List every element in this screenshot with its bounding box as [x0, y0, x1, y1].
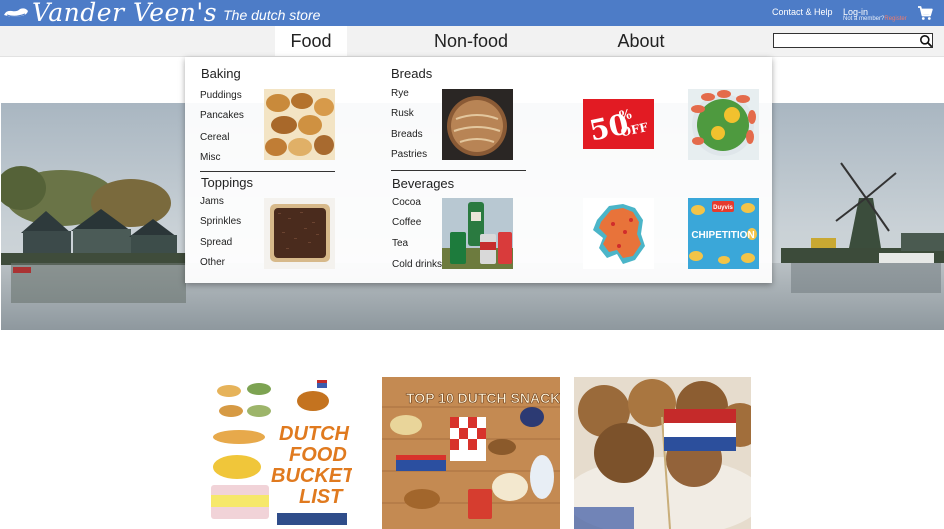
menu-divider-left: [200, 171, 335, 172]
top-bar: Vander Veen's The dutch store Contact & …: [0, 0, 944, 26]
toppings-sprinkles-image[interactable]: [264, 198, 335, 269]
baking-pastries-image[interactable]: [264, 89, 335, 160]
register-prompt: Not a member?Register: [843, 16, 907, 22]
bucket-line-4: LIST: [299, 486, 344, 508]
category-beverages-title[interactable]: Beverages: [392, 176, 454, 191]
salad-dish-image[interactable]: [688, 89, 759, 160]
baking-item-pancakes[interactable]: Pancakes: [200, 110, 244, 121]
category-breads-title[interactable]: Breads: [391, 66, 432, 81]
chip-brand-text: Duyvis: [713, 205, 733, 211]
toppings-item-sprinkles[interactable]: Sprinkles: [200, 216, 241, 227]
breads-item-breads[interactable]: Breads: [391, 129, 423, 140]
register-link[interactable]: Register: [884, 16, 906, 22]
toppings-item-other[interactable]: Other: [200, 257, 225, 268]
bitterballen-flag-card[interactable]: [574, 377, 751, 529]
breads-item-rusk[interactable]: Rusk: [391, 108, 414, 119]
discount-badge-graphic: 50 % OFF: [587, 107, 650, 148]
brand-name: Vander Veen's: [32, 0, 218, 27]
clogs-logo-icon: [4, 8, 28, 17]
baking-item-puddings[interactable]: Puddings: [200, 90, 242, 101]
bucket-line-3: BUCKET: [271, 465, 352, 487]
brand-tagline: The dutch store: [223, 7, 321, 23]
discount-percent: %: [618, 107, 634, 124]
breads-loaf-image[interactable]: [442, 89, 513, 160]
nav-food-tab[interactable]: Food: [275, 26, 347, 56]
not-member-text: Not a member?: [843, 16, 885, 22]
baking-item-misc[interactable]: Misc: [200, 152, 221, 163]
chipetition-text: CHIPETITION: [691, 230, 754, 241]
breads-item-pastries[interactable]: Pastries: [391, 149, 427, 160]
beverages-item-cocoa[interactable]: Cocoa: [392, 197, 421, 208]
top-10-dutch-snacks-card[interactable]: TOP 10 DUTCH SNACKS: [382, 377, 560, 529]
netherlands-map-image[interactable]: [583, 198, 654, 269]
toppings-item-jams[interactable]: Jams: [200, 196, 224, 207]
bitterballen-graphic: [574, 377, 751, 529]
snacks-graphic: TOP 10 DUTCH SNACKS: [382, 377, 560, 529]
snacks-title-text: TOP 10 DUTCH SNACKS: [406, 390, 560, 406]
beverages-item-coffee[interactable]: Coffee: [392, 217, 421, 228]
cart-icon[interactable]: [917, 5, 933, 21]
dutch-food-bucket-list-card[interactable]: DUTCH FOOD BUCKET LIST: [209, 377, 352, 529]
beverages-cans-image[interactable]: [442, 198, 513, 269]
chipetition-graphic: Duyvis CHIPETITION: [689, 201, 757, 264]
category-baking-title[interactable]: Baking: [201, 66, 241, 81]
bucket-line-2: FOOD: [289, 444, 347, 466]
search-icon[interactable]: [919, 34, 933, 48]
food-dropdown-menu: Baking Puddings Pancakes Cereal Misc Top…: [185, 57, 772, 283]
baking-item-cereal[interactable]: Cereal: [200, 132, 229, 143]
beverages-item-tea[interactable]: Tea: [392, 238, 408, 249]
contact-help-link[interactable]: Contact & Help: [772, 7, 833, 17]
beverages-item-cold-drinks[interactable]: Cold drinks: [392, 259, 442, 270]
category-toppings-title[interactable]: Toppings: [201, 175, 253, 190]
discount-50-off-badge[interactable]: 50 % OFF: [583, 99, 654, 149]
nav-nonfood-tab[interactable]: Non-food: [410, 26, 532, 56]
breads-item-rye[interactable]: Rye: [391, 88, 409, 99]
bucket-line-1: DUTCH: [279, 423, 350, 445]
search-input[interactable]: [773, 33, 933, 48]
chipetition-promo-image[interactable]: Duyvis CHIPETITION: [688, 198, 759, 269]
toppings-item-spread[interactable]: Spread: [200, 237, 232, 248]
bucket-list-graphic: DUTCH FOOD BUCKET LIST: [211, 380, 352, 525]
nav-about-tab[interactable]: About: [600, 26, 682, 56]
brand-logo[interactable]: Vander Veen's The dutch store: [3, 0, 320, 26]
menu-divider-middle: [391, 170, 526, 171]
